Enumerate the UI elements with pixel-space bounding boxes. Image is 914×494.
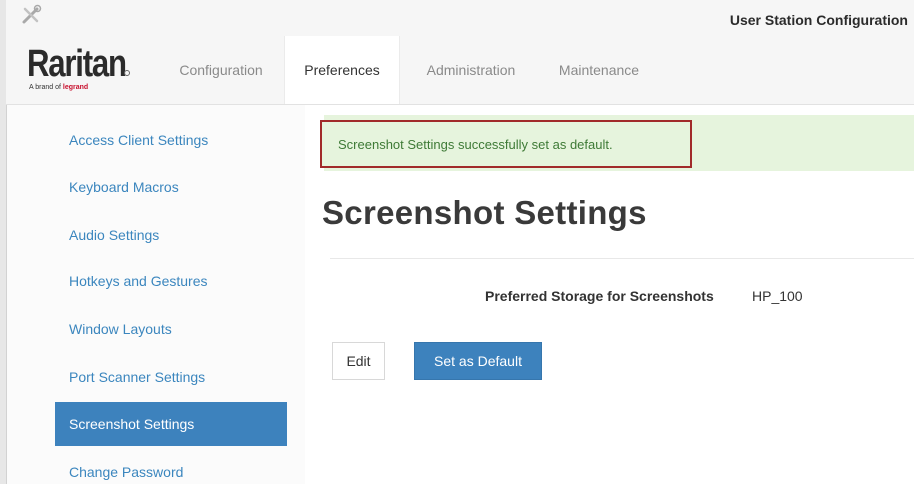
logo-tagline-prefix: A brand of	[29, 84, 61, 91]
preferred-storage-label: Preferred Storage for Screenshots	[485, 288, 714, 304]
raritan-logo[interactable]: Raritan A brand of legrand	[27, 43, 157, 96]
tab-preferences[interactable]: Preferences	[284, 36, 400, 104]
logo-tagline-brand: legrand	[62, 84, 89, 91]
logo-wordmark: Raritan	[27, 43, 127, 85]
page-title: Screenshot Settings	[322, 194, 647, 231]
tab-administration[interactable]: Administration	[406, 36, 536, 104]
registered-mark-icon	[124, 70, 130, 76]
preferred-storage-value: HP_100	[752, 288, 803, 304]
success-alert: Screenshot Settings successfully set as …	[320, 120, 692, 168]
tools-icon[interactable]	[20, 4, 42, 26]
sidebar-item-access-client-settings[interactable]: Access Client Settings	[55, 118, 287, 162]
tab-configuration[interactable]: Configuration	[166, 36, 276, 104]
sidebar-item-window-layouts[interactable]: Window Layouts	[55, 307, 287, 351]
app-title: User Station Configuration	[729, 12, 908, 28]
sidebar-item-hotkeys-and-gestures[interactable]: Hotkeys and Gestures	[55, 259, 287, 303]
sidebar-item-port-scanner-settings[interactable]: Port Scanner Settings	[55, 355, 287, 399]
tab-maintenance[interactable]: Maintenance	[540, 36, 658, 104]
logo-tagline: A brand of legrand	[29, 84, 88, 91]
sidebar-item-keyboard-macros[interactable]: Keyboard Macros	[55, 165, 287, 209]
title-divider	[330, 258, 914, 259]
sidebar-item-audio-settings[interactable]: Audio Settings	[55, 213, 287, 257]
edit-button[interactable]: Edit	[332, 342, 385, 380]
sidebar-item-change-password[interactable]: Change Password	[55, 450, 287, 494]
sidebar-item-screenshot-settings[interactable]: Screenshot Settings	[55, 402, 287, 446]
set-as-default-button[interactable]: Set as Default	[414, 342, 542, 380]
